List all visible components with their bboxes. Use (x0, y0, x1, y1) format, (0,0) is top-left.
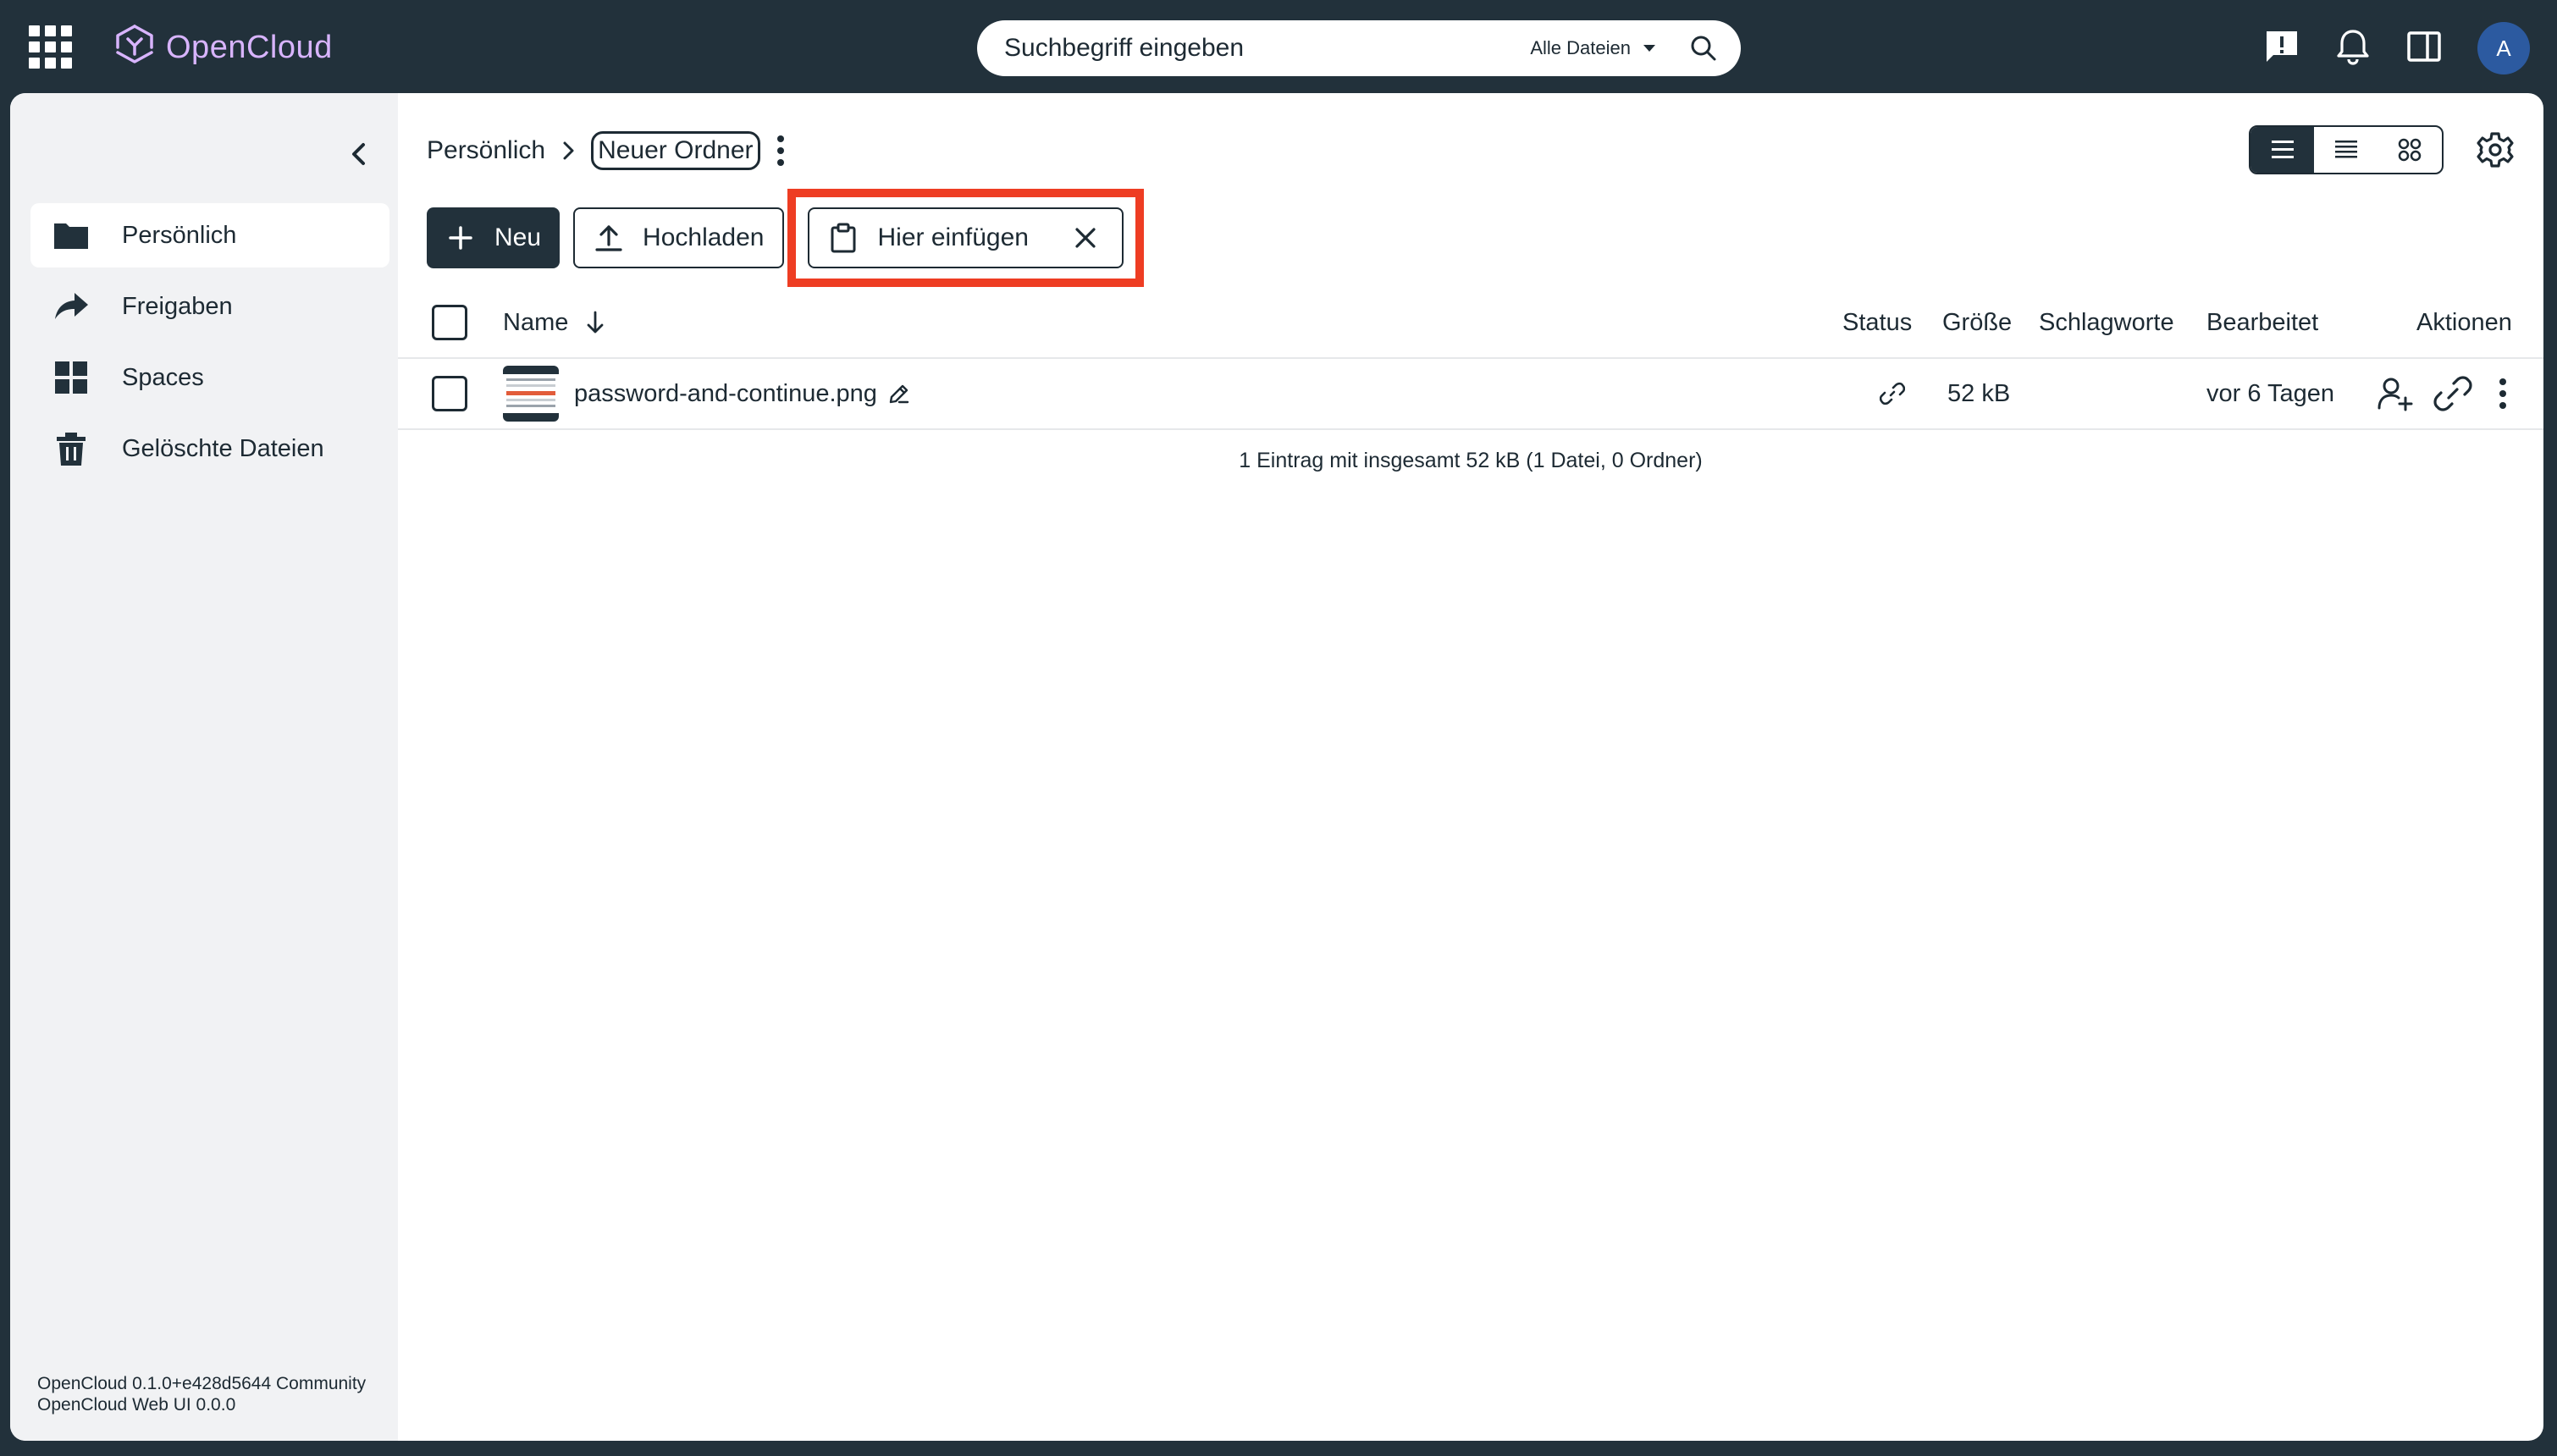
copy-link-icon[interactable] (2433, 359, 2472, 428)
file-table: Name Status Größe Schlagworte Bearbeitet… (398, 288, 2543, 430)
sidebar-toggle-icon[interactable] (2405, 27, 2444, 66)
plus-icon (445, 223, 476, 253)
share-icon (52, 288, 90, 325)
paste-here-button[interactable]: Hier einfügen (808, 207, 1124, 268)
table-row[interactable]: password-and-continue.png 52 kB vor 6 Ta… (398, 359, 2543, 430)
file-modified: vor 6 Tagen (2206, 379, 2335, 407)
caret-down-icon (1643, 44, 1656, 52)
condensed-list-icon (2333, 139, 2359, 161)
file-size: 52 kB (1947, 379, 2011, 407)
sidebar-item-spaces[interactable]: Spaces (30, 345, 389, 410)
toolbar: Neu Hochladen Hier einfügen (427, 189, 1144, 287)
logo-icon (115, 24, 154, 71)
table-header: Name Status Größe Schlagworte Bearbeitet… (398, 288, 2543, 359)
app-logo[interactable]: OpenCloud (115, 22, 333, 73)
paste-highlight: Hier einfügen (787, 189, 1144, 287)
search-icon[interactable] (1690, 35, 1717, 62)
upload-icon (594, 223, 624, 253)
list-icon (2270, 139, 2295, 161)
clipboard-icon (828, 223, 859, 253)
collapse-sidebar-icon[interactable] (342, 137, 376, 171)
paste-button-label: Hier einfügen (877, 223, 1029, 251)
view-list-button[interactable] (2250, 127, 2315, 173)
bell-icon[interactable] (2333, 27, 2372, 66)
column-header-tags: Schlagworte (2039, 308, 2174, 336)
column-header-actions: Aktionen (2416, 308, 2512, 336)
sidebar-item-label: Persönlich (122, 221, 237, 249)
breadcrumb-current[interactable]: Neuer Ordner (591, 131, 760, 170)
new-button[interactable]: Neu (427, 207, 561, 268)
sidebar-nav: Persönlich Freigaben Spaces Gelöschte Da… (30, 203, 389, 488)
more-vertical-icon[interactable] (767, 132, 794, 169)
sidebar: Persönlich Freigaben Spaces Gelöschte Da… (10, 93, 398, 1441)
folder-icon (52, 217, 90, 254)
sidebar-item-trash[interactable]: Gelöschte Dateien (30, 416, 389, 481)
chevron-right-icon (555, 138, 581, 163)
trash-icon (52, 430, 90, 467)
sidebar-item-label: Freigaben (122, 292, 233, 320)
main-panel: Persönlich Freigaben Spaces Gelöschte Da… (10, 93, 2543, 1441)
pencil-icon[interactable] (887, 382, 911, 405)
column-header-status[interactable]: Status (1842, 288, 1912, 357)
top-bar: OpenCloud Alle Dateien A (0, 0, 2557, 93)
link-status-icon[interactable] (1880, 359, 1905, 428)
new-button-label: Neu (494, 223, 542, 251)
row-checkbox[interactable] (432, 376, 467, 411)
column-header-size[interactable]: Größe (1942, 288, 2012, 357)
version-line-1: OpenCloud 0.1.0+e428d5644 Community (37, 1374, 367, 1393)
column-header-modified[interactable]: Bearbeitet (2206, 288, 2318, 357)
more-vertical-icon[interactable] (2493, 359, 2513, 428)
view-mode-switch (2249, 125, 2444, 174)
search-scope-dropdown[interactable]: Alle Dateien (1530, 37, 1656, 59)
sidebar-item-shares[interactable]: Freigaben (30, 274, 389, 339)
view-condensed-button[interactable] (2314, 127, 2378, 173)
sidebar-item-label: Spaces (122, 363, 204, 391)
breadcrumb: Persönlich Neuer Ordner (427, 130, 794, 171)
breadcrumb-root[interactable]: Persönlich (427, 136, 545, 165)
sidebar-item-label: Gelöschte Dateien (122, 434, 324, 462)
column-header-name[interactable]: Name (503, 288, 605, 357)
version-line-2: OpenCloud Web UI 0.0.0 (37, 1395, 236, 1415)
column-name-label: Name (503, 308, 569, 336)
content-area: Persönlich Neuer Ordner Neu Hochladen Hi… (398, 93, 2543, 1441)
sidebar-item-personal[interactable]: Persönlich (30, 203, 389, 267)
version-info: OpenCloud 0.1.0+e428d5644 Community Open… (37, 1373, 366, 1415)
upload-button[interactable]: Hochladen (573, 207, 785, 268)
file-thumbnail[interactable] (503, 366, 559, 422)
file-name[interactable]: password-and-continue.png (574, 380, 877, 408)
table-summary: 1 Eintrag mit insgesamt 52 kB (1 Datei, … (1239, 449, 1703, 472)
select-all-checkbox[interactable] (432, 305, 467, 340)
close-icon[interactable] (1073, 225, 1098, 251)
gear-icon[interactable] (2476, 130, 2515, 169)
view-tiles-button[interactable] (2378, 127, 2442, 173)
app-switcher-icon[interactable] (29, 25, 73, 69)
search-scope-label: Alle Dateien (1530, 37, 1631, 58)
user-avatar[interactable]: A (2477, 22, 2530, 74)
upload-button-label: Hochladen (643, 223, 765, 251)
tiles-icon (2397, 137, 2422, 163)
app-name: OpenCloud (166, 29, 333, 65)
search-input[interactable] (1004, 34, 1531, 63)
grid-icon (52, 359, 90, 396)
feedback-icon[interactable] (2262, 27, 2301, 66)
arrow-down-icon (585, 310, 605, 335)
add-user-icon[interactable] (2376, 359, 2415, 428)
search-bar: Alle Dateien (977, 20, 1741, 76)
